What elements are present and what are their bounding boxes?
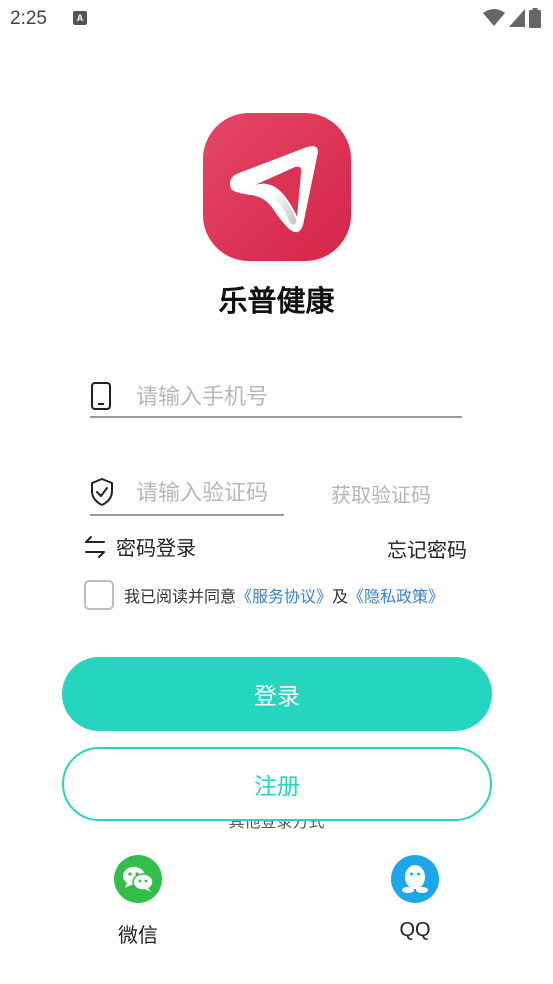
status-time: 2:25 — [10, 8, 47, 29]
qq-label: QQ — [399, 919, 431, 941]
agreement-text: 我已阅读并同意 — [124, 587, 237, 606]
swap-arrows-icon — [85, 535, 105, 558]
password-login-toggle[interactable]: 密码登录 — [82, 532, 196, 561]
login-button[interactable]: 登录 — [62, 657, 492, 731]
agreement-checkbox[interactable] — [84, 580, 114, 610]
wifi-icon — [483, 9, 505, 26]
app-name: 乐普健康 — [218, 284, 335, 318]
status-icons — [483, 8, 541, 28]
wechat-login[interactable]: 微信 — [88, 855, 188, 948]
status-bar: 2:25 A — [0, 0, 553, 38]
qq-login[interactable]: QQ — [365, 855, 465, 942]
phone-input[interactable] — [136, 378, 458, 416]
agreement-and: 及 — [332, 587, 349, 606]
paper-plane-logo — [230, 146, 318, 233]
app-logo — [203, 113, 351, 261]
service-agreement-link[interactable]: 《服务协议》 — [236, 583, 332, 607]
wechat-icon — [114, 855, 162, 903]
code-field — [90, 474, 284, 516]
phone-field — [90, 378, 462, 418]
password-login-label: 密码登录 — [116, 536, 196, 560]
get-code-button[interactable]: 获取验证码 — [331, 479, 431, 508]
qq-icon — [391, 855, 439, 903]
register-button[interactable]: 注册 — [62, 747, 492, 821]
agreement-row: 我已阅读并同意 《服务协议》 及 《隐私政策》 — [84, 580, 444, 610]
shield-check-icon — [91, 478, 113, 506]
privacy-policy-link[interactable]: 《隐私政策》 — [348, 583, 444, 607]
battery-icon — [529, 8, 541, 28]
forgot-password-link[interactable]: 忘记密码 — [387, 534, 467, 563]
code-input[interactable] — [136, 474, 280, 512]
signal-icon — [509, 9, 525, 27]
phone-icon — [91, 382, 111, 410]
wechat-label: 微信 — [118, 923, 158, 947]
notification-icon: A — [73, 11, 87, 25]
